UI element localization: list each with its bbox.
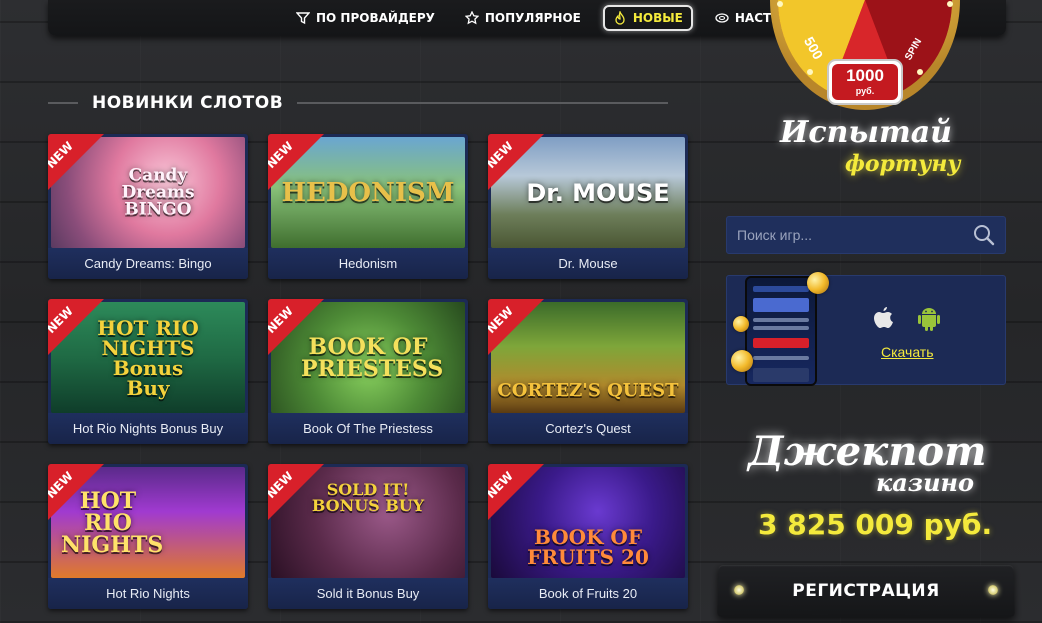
wheel-main-value: 1000 <box>832 66 898 86</box>
game-card[interactable]: NEW Candy Dreams BINGO Candy Dreams: Bin… <box>48 134 248 279</box>
apple-icon[interactable] <box>871 306 895 332</box>
filter-icon <box>296 11 310 25</box>
coin-decoration <box>807 272 829 294</box>
new-badge: NEW <box>488 134 544 190</box>
bolt-decoration <box>734 585 744 595</box>
register-label: РЕГИСТРАЦИЯ <box>792 581 940 601</box>
nav-popular[interactable]: ПОПУЛЯРНОЕ <box>457 5 589 31</box>
game-search[interactable] <box>726 216 1006 254</box>
nav-by-provider[interactable]: ПО ПРОВАЙДЕРУ <box>288 5 443 31</box>
game-card[interactable]: NEW BOOK OF PRIESTESS Book Of The Priest… <box>268 299 468 444</box>
game-art-title: CORTEZ'S QUEST <box>491 382 685 400</box>
game-name[interactable]: Dr. Mouse <box>488 248 688 279</box>
game-name[interactable]: Hot Rio Nights Bonus Buy <box>48 413 248 444</box>
coin-decoration <box>731 350 753 372</box>
game-name[interactable]: Hot Rio Nights <box>48 578 248 609</box>
game-name[interactable]: Book Of The Priestess <box>268 413 468 444</box>
new-badge: NEW <box>268 299 324 355</box>
game-card[interactable]: NEW HEDONISM Hedonism <box>268 134 468 279</box>
new-badge: NEW <box>488 464 544 520</box>
game-name[interactable]: Sold it Bonus Buy <box>268 578 468 609</box>
nav-label: ПО ПРОВАЙДЕРУ <box>316 11 435 25</box>
search-icon[interactable] <box>973 224 995 246</box>
game-card[interactable]: NEW HOT RIO NIGHTS Hot Rio Nights <box>48 464 248 609</box>
game-name[interactable]: Candy Dreams: Bingo <box>48 248 248 279</box>
bolt-decoration <box>988 585 998 595</box>
game-card[interactable]: NEW CORTEZ'S QUEST Cortez's Quest <box>488 299 688 444</box>
game-art-title: BOOK OF FRUITS 20 <box>491 527 685 567</box>
jackpot-block: Джекпот казино 3 825 009 руб. <box>748 428 998 548</box>
new-badge: NEW <box>488 299 544 355</box>
new-badge: NEW <box>268 134 324 190</box>
game-card[interactable]: NEW SOLD IT! BONUS BUY Sold it Bonus Buy <box>268 464 468 609</box>
game-name[interactable]: Cortez's Quest <box>488 413 688 444</box>
flame-icon <box>613 11 627 25</box>
divider <box>297 102 668 104</box>
section-title: НОВИНКИ СЛОТОВ <box>92 93 283 113</box>
star-icon <box>465 11 479 25</box>
fortune-line2: фортуну <box>845 151 961 177</box>
new-badge: NEW <box>268 464 324 520</box>
new-badge: NEW <box>48 299 104 355</box>
os-icons <box>871 306 941 332</box>
app-download-box: Скачать <box>726 275 1006 385</box>
new-badge: NEW <box>48 134 104 190</box>
fortune-line1: Испытай <box>780 115 952 150</box>
game-card[interactable]: NEW BOOK OF FRUITS 20 Book of Fruits 20 <box>488 464 688 609</box>
coin-decoration <box>733 316 749 332</box>
jackpot-amount: 3 825 009 руб. <box>758 508 992 541</box>
nav-new[interactable]: НОВЫЕ <box>603 5 693 31</box>
wheel-main-unit: руб. <box>832 86 898 96</box>
new-badge: NEW <box>48 464 104 520</box>
jackpot-line2: казино <box>876 468 974 497</box>
game-card[interactable]: NEW HOT RIO NIGHTS Bonus Buy Hot Rio Nig… <box>48 299 248 444</box>
game-card[interactable]: NEW Dr. MOUSE Dr. Mouse <box>488 134 688 279</box>
phone-preview <box>745 276 817 386</box>
register-button[interactable]: РЕГИСТРАЦИЯ <box>717 565 1015 617</box>
nav-label: НОВЫЕ <box>633 11 683 25</box>
section-header: НОВИНКИ СЛОТОВ <box>48 90 668 116</box>
download-link[interactable]: Скачать <box>881 344 934 360</box>
chip-icon <box>715 11 729 25</box>
nav-label: ПОПУЛЯРНОЕ <box>485 11 581 25</box>
divider <box>48 102 78 104</box>
game-name[interactable]: Book of Fruits 20 <box>488 578 688 609</box>
search-input[interactable] <box>737 227 973 243</box>
android-icon[interactable] <box>917 306 941 332</box>
game-name[interactable]: Hedonism <box>268 248 468 279</box>
fortune-wheel[interactable]: 500 SPIN 1000 руб. <box>770 0 960 110</box>
fortune-promo[interactable]: Испытай фортуну <box>780 115 960 185</box>
